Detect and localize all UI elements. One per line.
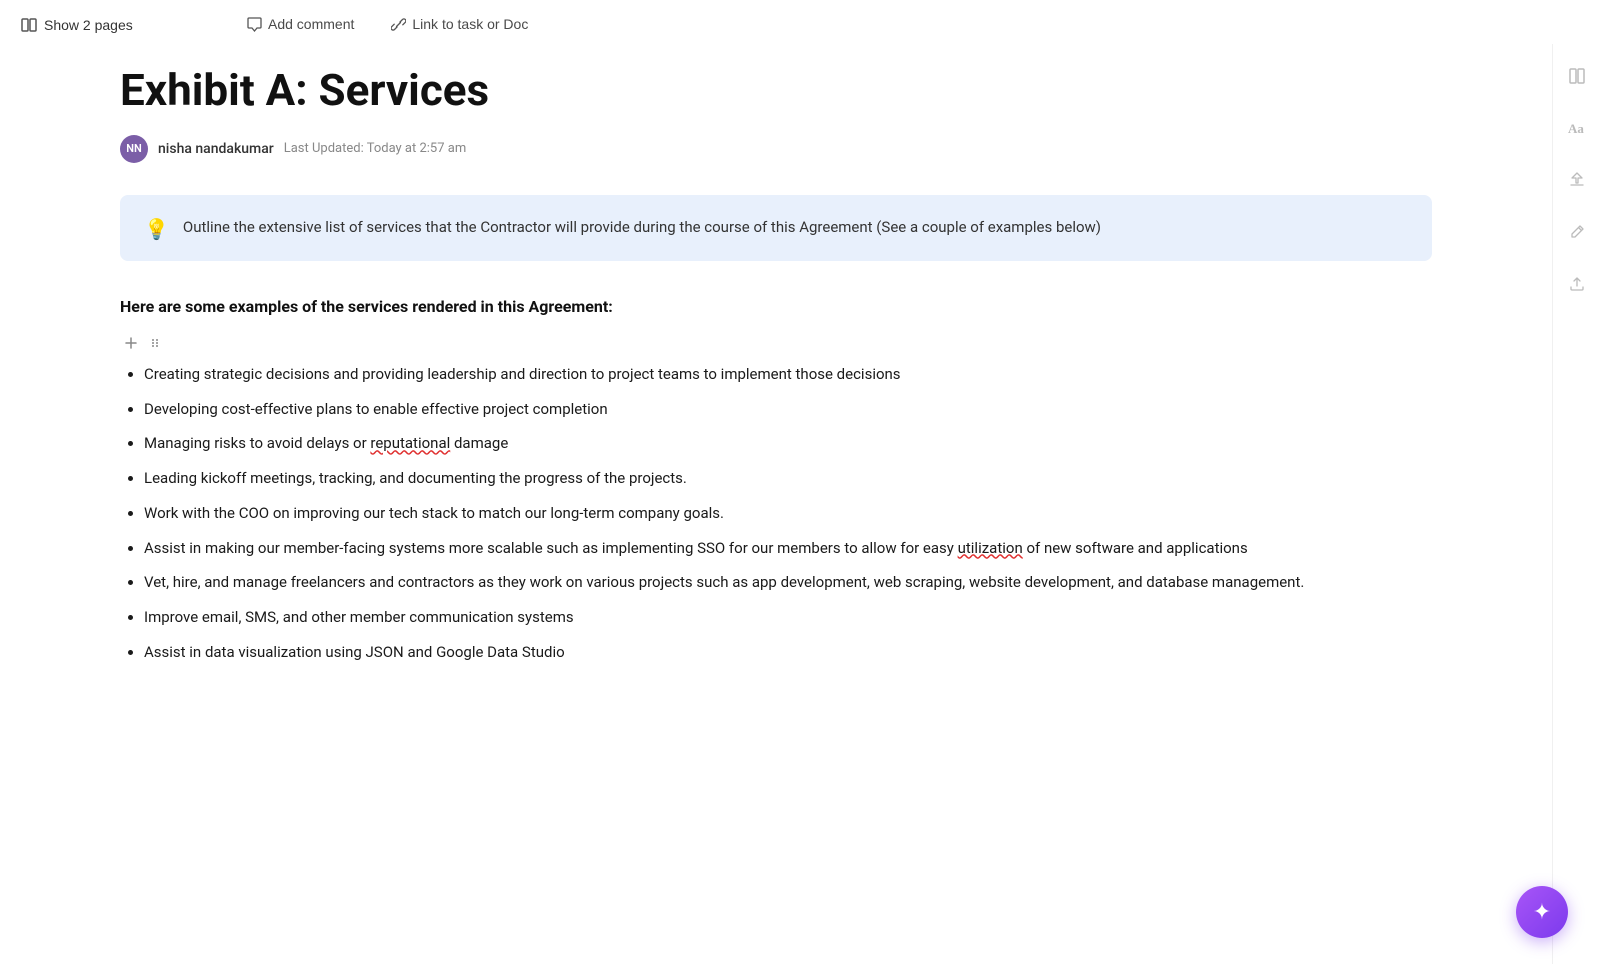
page-title: Exhibit A: Services [120, 64, 1432, 117]
text-size-button[interactable]: Aa [1561, 112, 1593, 144]
author-row: NN nisha nandakumar Last Updated: Today … [120, 135, 1432, 163]
info-box-text: Outline the extensive list of services t… [183, 215, 1101, 239]
last-updated: Last Updated: Today at 2:57 am [284, 141, 467, 156]
list-item: Assist in data visualization using JSON … [144, 640, 1432, 665]
svg-text:Aa: Aa [1568, 121, 1584, 136]
edit-icon [1568, 223, 1586, 241]
layout-icon [1568, 67, 1586, 85]
list-item: Vet, hire, and manage freelancers and co… [144, 570, 1432, 595]
link-to-task-label: Link to task or Doc [412, 16, 528, 32]
author-name: nisha nandakumar [158, 141, 274, 157]
list-item: Work with the COO on improving our tech … [144, 501, 1432, 526]
list-item-text: Assist in data visualization using JSON … [144, 643, 565, 661]
list-item: Assist in making our member-facing syste… [144, 536, 1432, 561]
spelling-underline: utilization [958, 539, 1023, 557]
list-item: Managing risks to avoid delays or reputa… [144, 431, 1432, 456]
add-comment-label: Add comment [268, 16, 354, 32]
text-size-icon: Aa [1567, 118, 1587, 138]
list-item-text: Creating strategic decisions and providi… [144, 365, 901, 383]
list-item: Improve email, SMS, and other member com… [144, 605, 1432, 630]
list-item: Leading kickoff meetings, tracking, and … [144, 466, 1432, 491]
document-area: Exhibit A: Services NN nisha nandakumar … [0, 44, 1552, 964]
right-sidebar: Aa [1552, 44, 1600, 964]
link-icon [390, 16, 406, 32]
add-comment-button[interactable]: Add comment [240, 12, 360, 36]
pages-icon [20, 16, 38, 34]
edit-button[interactable] [1561, 216, 1593, 248]
ai-assistant-button[interactable]: ✦ [1516, 886, 1568, 938]
comment-icon [246, 16, 262, 32]
share-button[interactable] [1561, 164, 1593, 196]
lightbulb-icon: 💡 [144, 217, 169, 241]
export-icon [1568, 275, 1586, 293]
sparkle-icon: ✦ [1533, 899, 1551, 925]
list-item: Developing cost-effective plans to enabl… [144, 397, 1432, 422]
list-item-text: Developing cost-effective plans to enabl… [144, 400, 608, 418]
list-item: Creating strategic decisions and providi… [144, 362, 1432, 387]
block-controls [120, 332, 1432, 354]
spelling-underline: reputational [370, 434, 450, 452]
list-item-text: Improve email, SMS, and other member com… [144, 608, 574, 626]
show-pages-label: Show 2 pages [44, 17, 133, 33]
main-content: Exhibit A: Services NN nisha nandakumar … [0, 44, 1600, 964]
info-box: 💡 Outline the extensive list of services… [120, 195, 1432, 261]
export-button[interactable] [1561, 268, 1593, 300]
list-item-text: Assist in making our member-facing syste… [144, 539, 1248, 557]
drag-block-button[interactable] [144, 332, 166, 354]
share-icon [1568, 171, 1586, 189]
services-list: Creating strategic decisions and providi… [120, 362, 1432, 665]
list-item-text: Managing risks to avoid delays or reputa… [144, 434, 508, 452]
show-pages-button[interactable]: Show 2 pages [12, 12, 141, 38]
list-item-text: Leading kickoff meetings, tracking, and … [144, 469, 687, 487]
layout-toggle-button[interactable] [1561, 60, 1593, 92]
list-item-text: Vet, hire, and manage freelancers and co… [144, 573, 1304, 591]
avatar: NN [120, 135, 148, 163]
add-block-button[interactable] [120, 332, 142, 354]
toolbar: Show 2 pages Add comment Link to task or… [0, 0, 1600, 44]
link-to-task-button[interactable]: Link to task or Doc [384, 12, 534, 36]
section-heading: Here are some examples of the services r… [120, 297, 1432, 316]
list-item-text: Work with the COO on improving our tech … [144, 504, 724, 522]
